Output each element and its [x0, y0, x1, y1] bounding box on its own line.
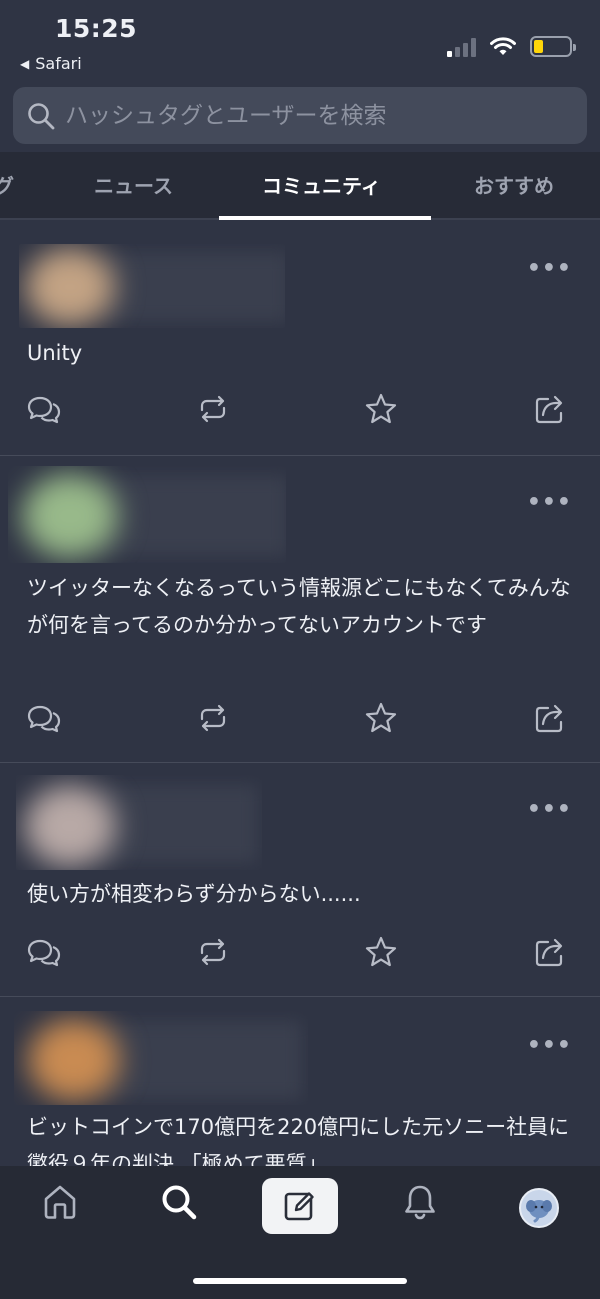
boost-button[interactable] [194, 699, 232, 737]
notifications-tab[interactable] [400, 1182, 440, 1222]
post-content: ビットコインで170億円を220億円にした元ソニー社員に懲役９年の判決 「極めて… [27, 1115, 570, 1166]
status-bar: 15:25 ◀ Safari [0, 0, 600, 82]
post-actions [0, 699, 600, 739]
favorite-icon [365, 393, 397, 424]
post-actions [0, 390, 600, 430]
reply-button[interactable] [25, 390, 63, 428]
post-actions [0, 933, 600, 973]
timeline-tabs: グ ニュース コミュニティ おすすめ [0, 152, 600, 220]
search-input[interactable] [65, 102, 545, 129]
home-tab[interactable] [40, 1182, 80, 1222]
boost-button[interactable] [194, 390, 232, 428]
post-author-header[interactable] [8, 466, 286, 563]
home-icon [44, 1185, 76, 1219]
favorite-icon [365, 936, 397, 967]
post-author-header[interactable] [16, 775, 262, 870]
share-button[interactable] [531, 699, 569, 737]
more-options-button[interactable]: ••• [527, 797, 572, 822]
search-bar[interactable] [13, 87, 587, 144]
reply-icon [27, 939, 61, 967]
post[interactable]: ••• Unity [0, 220, 600, 456]
post[interactable]: ••• ビットコインで170億円を220億円にした元ソニー社員に懲役９年の判決 … [0, 997, 600, 1166]
more-options-button[interactable]: ••• [527, 256, 572, 281]
reply-icon [27, 396, 61, 424]
profile-avatar[interactable] [519, 1188, 559, 1228]
favorite-button[interactable] [362, 390, 400, 428]
cellular-signal-icon [447, 37, 476, 57]
favorite-button[interactable] [362, 699, 400, 737]
boost-icon [200, 938, 226, 966]
favorite-icon [365, 702, 397, 733]
tab-news[interactable]: ニュース [94, 170, 173, 199]
compose-button[interactable] [262, 1178, 338, 1234]
tab-partial[interactable]: グ [0, 170, 14, 199]
back-to-safari-link[interactable]: ◀ Safari [20, 54, 82, 73]
timeline-feed: ••• Unity ••• ツイッターなくなるっていう情報源どこにもなくてみんな… [0, 220, 600, 1166]
status-icons [447, 36, 576, 57]
wifi-icon [490, 36, 516, 55]
search-tab[interactable] [159, 1182, 199, 1222]
post-content: Unity [27, 341, 83, 365]
search-icon [28, 102, 55, 129]
tab-recommended[interactable]: おすすめ [474, 170, 554, 199]
boost-icon [200, 704, 226, 732]
home-indicator [193, 1278, 407, 1284]
post[interactable]: ••• ツイッターなくなるっていう情報源どこにもなくてみんなが何を言ってるのか分… [0, 456, 600, 763]
back-arrow-icon: ◀ [20, 56, 30, 71]
boost-icon [200, 395, 226, 423]
post[interactable]: ••• 使い方が相変わらず分からない...... [0, 763, 600, 997]
bottom-navigation [0, 1166, 600, 1299]
more-options-button[interactable]: ••• [527, 1033, 572, 1058]
reply-button[interactable] [25, 699, 63, 737]
status-time: 15:25 [55, 14, 138, 43]
back-app-label: Safari [35, 54, 82, 73]
elephant-avatar-icon [526, 1200, 552, 1223]
post-author-header[interactable] [14, 1011, 308, 1105]
notifications-icon [405, 1185, 435, 1220]
reply-icon [27, 705, 61, 733]
favorite-button[interactable] [362, 933, 400, 971]
compose-icon [284, 1192, 314, 1221]
post-content: 使い方が相変わらず分からない...... [27, 882, 361, 906]
share-icon [535, 395, 563, 424]
boost-button[interactable] [194, 933, 232, 971]
battery-low-icon [530, 36, 576, 57]
tab-community[interactable]: コミュニティ [262, 170, 381, 199]
share-icon [535, 938, 563, 967]
post-author-header[interactable] [19, 244, 285, 328]
reply-button[interactable] [25, 933, 63, 971]
post-content: ツイッターなくなるっていう情報源どこにもなくてみんなが何を言ってるのか分かってな… [27, 576, 571, 637]
share-button[interactable] [531, 933, 569, 971]
more-options-button[interactable]: ••• [527, 490, 572, 515]
share-icon [535, 704, 563, 733]
share-button[interactable] [531, 390, 569, 428]
search-icon [162, 1185, 197, 1220]
